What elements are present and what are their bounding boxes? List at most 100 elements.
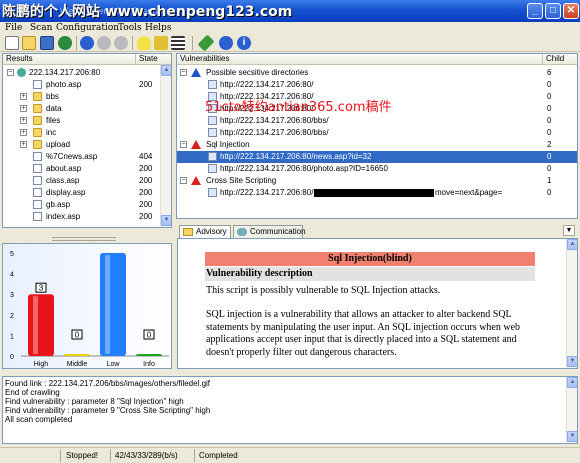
log-scrollbar[interactable]: ▲ ▼: [566, 377, 577, 443]
result-name: %7Cnews.asp: [46, 152, 98, 161]
results-column-header[interactable]: Results: [3, 54, 136, 65]
y-tick-label: 1: [10, 333, 14, 340]
communication-icon: [237, 228, 247, 236]
results-list-item[interactable]: about.asp 200: [3, 163, 159, 175]
folder-icon: [183, 228, 193, 236]
expand-icon[interactable]: +: [20, 93, 27, 100]
collapse-icon[interactable]: −: [180, 141, 187, 148]
info-icon[interactable]: i: [237, 36, 251, 50]
status-progress: Completed: [199, 451, 238, 460]
collapse-icon[interactable]: −: [7, 69, 14, 76]
collapse-icon[interactable]: −: [180, 69, 187, 76]
menu-scan[interactable]: Scan: [30, 22, 52, 34]
menu-bar: File Scan Configuration Tools Helps: [0, 22, 580, 34]
child-column-header[interactable]: Child: [543, 54, 577, 65]
vulnerability-category[interactable]: − Cross Site Scripting 1: [177, 175, 577, 187]
expand-icon[interactable]: +: [20, 117, 27, 124]
chart-bar-high: [28, 294, 54, 356]
new-icon[interactable]: [5, 36, 19, 50]
results-list-item[interactable]: index.asp 200: [3, 211, 159, 223]
tab-communication[interactable]: Communication: [233, 225, 306, 238]
results-list-item[interactable]: + bbs: [3, 91, 159, 103]
scroll-up-button[interactable]: ▲: [567, 377, 577, 388]
vulnerability-child-count: 0: [547, 80, 552, 89]
file-icon: [33, 200, 42, 209]
vulnerability-child-count: 0: [547, 188, 552, 197]
file-icon: [33, 152, 42, 161]
vulnerability-category[interactable]: − Sql Injection 2: [177, 139, 577, 151]
splitter-handle[interactable]: [52, 237, 116, 241]
stop-icon[interactable]: [114, 36, 128, 50]
expand-icon[interactable]: +: [20, 105, 27, 112]
results-root[interactable]: − 222.134.217.206:80: [5, 67, 137, 79]
results-scrollbar[interactable]: ▲ ▼: [160, 65, 171, 227]
url-icon: [208, 80, 217, 89]
results-list-item[interactable]: + data: [3, 103, 159, 115]
scroll-down-button[interactable]: ▼: [567, 431, 577, 442]
results-list-item[interactable]: gb.asp 200: [3, 199, 159, 211]
result-name: upload: [46, 140, 71, 149]
toolbar-separator: [132, 36, 133, 50]
vulnerability-text: http://222.134.217.206:80/bbs/: [220, 128, 329, 137]
tool-icon[interactable]: [197, 34, 215, 52]
log-line: Find vulnerability : parameter 8 "Sql In…: [5, 397, 184, 406]
category-label: Info: [143, 361, 155, 368]
pause-icon[interactable]: [97, 36, 111, 50]
collapse-icon[interactable]: −: [180, 177, 187, 184]
expand-icon[interactable]: +: [20, 129, 27, 136]
vulnerability-url[interactable]: http://222.134.217.206:80/bbs/0: [177, 127, 577, 139]
scroll-up-button[interactable]: ▲: [567, 239, 577, 250]
advisory-scrollbar[interactable]: ▲ ▼: [566, 239, 577, 368]
warning-icon: [191, 68, 201, 77]
refresh-icon[interactable]: [58, 36, 72, 50]
results-list-item[interactable]: + upload: [3, 139, 159, 151]
open-icon[interactable]: [22, 36, 36, 50]
vulnerability-url[interactable]: http://222.134.217.206:80/bbs/0: [177, 115, 577, 127]
results-list-item[interactable]: %7Cnews.asp 404: [3, 151, 159, 163]
scroll-down-button[interactable]: ▼: [567, 356, 577, 367]
results-list-item[interactable]: class.asp 200: [3, 175, 159, 187]
results-list-item[interactable]: + files: [3, 115, 159, 127]
lightbulb-icon[interactable]: [137, 36, 151, 50]
results-list-item[interactable]: display.asp 200: [3, 187, 159, 199]
vulnerability-text: http://222.134.217.206:80/news.asp?id=32: [220, 152, 372, 161]
tab-communication-label: Communication: [250, 227, 306, 236]
status-separator: [194, 449, 195, 462]
log-line: Found link : 222.134.217.206/bbs/images/…: [5, 379, 211, 388]
list-icon[interactable]: [171, 36, 185, 50]
start-icon[interactable]: [80, 36, 94, 50]
chart-bar-highlight: [105, 255, 110, 354]
advisory-banner: Sql Injection(blind): [205, 252, 535, 266]
advisory-paragraph-2: SQL injection is a vulnerability that al…: [206, 309, 521, 358]
vulnerability-url[interactable]: http://222.134.217.206:80/news.asp?id=32…: [177, 151, 577, 163]
expand-icon[interactable]: +: [20, 141, 27, 148]
file-icon: [33, 164, 42, 173]
vulnerabilities-column-header[interactable]: Vulnerabilities: [177, 54, 543, 65]
vulnerability-url[interactable]: http://222.134.217.206:80/move=next&page…: [177, 187, 577, 199]
state-column-header[interactable]: State: [136, 54, 171, 65]
result-name: data: [46, 104, 62, 113]
warning-icon: [191, 140, 201, 149]
scroll-down-button[interactable]: ▼: [161, 215, 171, 226]
save-icon[interactable]: [40, 36, 54, 50]
scroll-up-button[interactable]: ▲: [161, 65, 171, 76]
data-label: 0: [75, 331, 80, 340]
close-button[interactable]: ✕: [563, 3, 579, 19]
vulnerability-category[interactable]: − Possible secsitive directories 6: [177, 67, 577, 79]
vulnerability-url[interactable]: http://222.134.217.206:80/photo.asp?ID=1…: [177, 163, 577, 175]
tab-advisory[interactable]: Advisory: [179, 225, 231, 238]
result-state: 200: [139, 176, 153, 185]
results-list-item[interactable]: photo.asp 200: [3, 79, 159, 91]
vulnerability-url[interactable]: http://222.134.217.206:80/0: [177, 79, 577, 91]
help-icon[interactable]: [219, 36, 233, 50]
category-label: Middle: [67, 361, 88, 368]
menu-configuration[interactable]: Configuration: [56, 22, 119, 34]
tabs-dropdown-button[interactable]: ▼: [563, 225, 575, 236]
options-icon[interactable]: [154, 36, 168, 50]
menu-tools[interactable]: Tools: [118, 22, 142, 34]
minimize-button[interactable]: _: [527, 3, 543, 19]
menu-helps[interactable]: Helps: [145, 22, 171, 34]
maximize-button[interactable]: □: [545, 3, 561, 19]
results-list-item[interactable]: + inc: [3, 127, 159, 139]
menu-file[interactable]: File: [5, 22, 22, 34]
